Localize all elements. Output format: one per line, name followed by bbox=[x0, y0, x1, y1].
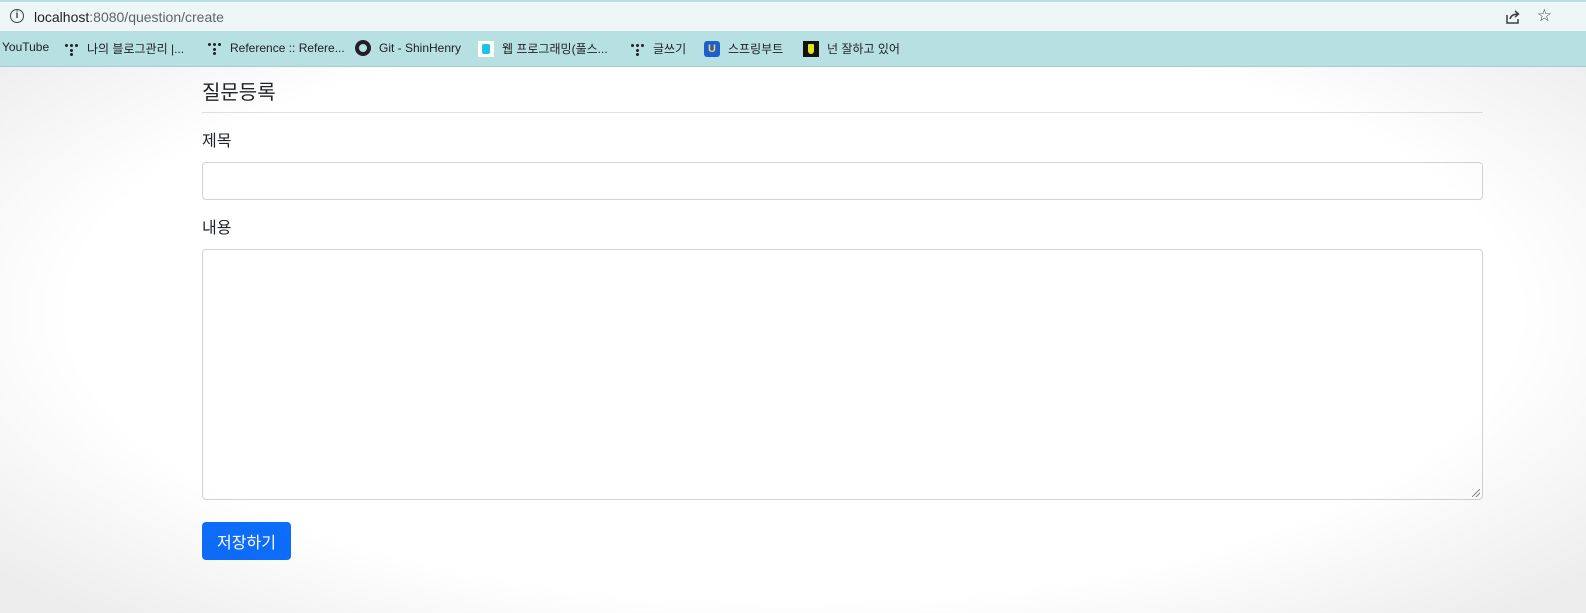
bookmark-label: 넌 잘하고 있어 bbox=[827, 42, 900, 56]
bookmark-doing-well[interactable]: 넌 잘하고 있어 bbox=[803, 40, 900, 57]
content-textarea[interactable] bbox=[202, 249, 1483, 500]
hexagon-icon bbox=[478, 40, 494, 57]
info-icon[interactable]: i bbox=[10, 9, 24, 23]
subject-label: 제목 bbox=[202, 133, 232, 150]
bookmark-blog-admin[interactable]: 나의 블로그관리 |... bbox=[63, 40, 184, 57]
bookmark-web-programming[interactable]: 웹 프로그래밍(풀스... bbox=[478, 40, 608, 57]
url-text[interactable]: localhost:8080/question/create bbox=[34, 9, 224, 25]
address-bar[interactable]: i localhost:8080/question/create ☆ bbox=[0, 0, 1586, 31]
resize-handle-icon[interactable] bbox=[1472, 489, 1480, 497]
bookmark-spring-boot[interactable]: U 스프링부트 bbox=[704, 40, 783, 57]
bookmark-github[interactable]: Git - ShinHenry bbox=[355, 40, 461, 56]
bookmark-reference[interactable]: Reference :: Refere... bbox=[206, 40, 345, 56]
share-icon[interactable] bbox=[1504, 8, 1522, 26]
question-form: 질문등록 제목 내용 저장하기 bbox=[202, 67, 1483, 560]
dots-icon bbox=[63, 41, 79, 57]
hand-icon bbox=[803, 40, 819, 57]
u-icon: U bbox=[704, 40, 720, 57]
bookmark-label: Git - ShinHenry bbox=[379, 41, 462, 55]
bookmark-label: 글쓰기 bbox=[653, 42, 687, 56]
save-button[interactable]: 저장하기 bbox=[202, 522, 291, 560]
bookmark-label: 스프링부트 bbox=[728, 42, 784, 56]
bookmark-write[interactable]: 글쓰기 bbox=[629, 40, 686, 57]
github-icon bbox=[355, 40, 371, 56]
subject-input[interactable] bbox=[202, 162, 1483, 200]
bookmark-label: YouTube bbox=[2, 40, 50, 54]
bookmarks-bar: YouTube 나의 블로그관리 |... Reference :: Refer… bbox=[0, 31, 1586, 67]
bookmark-label: Reference :: Refere... bbox=[230, 41, 345, 55]
page-title: 질문등록 bbox=[202, 67, 1483, 113]
dots-icon bbox=[629, 41, 645, 57]
bookmark-star-icon[interactable]: ☆ bbox=[1537, 6, 1552, 26]
content-label: 내용 bbox=[202, 220, 232, 237]
bookmark-label: 나의 블로그관리 |... bbox=[87, 42, 185, 56]
bookmark-label: 웹 프로그래밍(풀스... bbox=[502, 42, 608, 56]
bookmark-youtube[interactable]: YouTube bbox=[2, 40, 49, 54]
dots-icon bbox=[206, 40, 222, 56]
